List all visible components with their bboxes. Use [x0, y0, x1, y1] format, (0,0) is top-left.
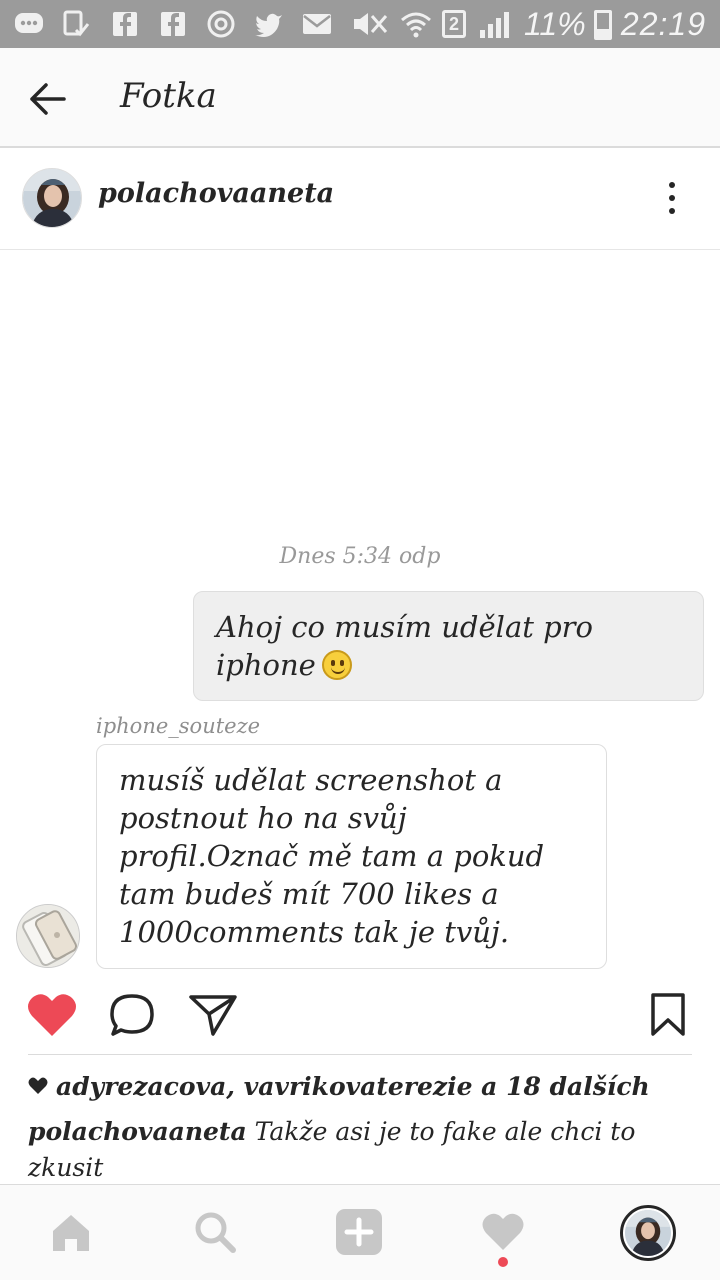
- signal-icon: [480, 12, 510, 38]
- bottom-navigation: [0, 1184, 720, 1280]
- twitter-icon: [254, 10, 284, 38]
- dot-icon: [669, 182, 675, 188]
- wifi-icon: [400, 10, 432, 38]
- like-button[interactable]: [26, 992, 78, 1038]
- heart-small-icon: [28, 1072, 48, 1101]
- nav-profile[interactable]: [620, 1205, 676, 1261]
- heart-icon: [482, 1213, 524, 1250]
- smiley-emoji-icon: [321, 650, 352, 680]
- nav-new-post[interactable]: [334, 1207, 384, 1257]
- nav-home[interactable]: [46, 1207, 96, 1257]
- arrow-left-icon: [30, 83, 66, 115]
- chat-bubble-icon: [14, 10, 44, 38]
- post-photo[interactable]: Dnes 5:34 odp Ahoj co musím udělat pro i…: [0, 250, 720, 980]
- battery-icon: [594, 10, 612, 40]
- send-paper-plane-icon: [189, 995, 237, 1036]
- likes-text: adyrezacova, vavrikovaterezie a 18 další…: [56, 1072, 650, 1101]
- incoming-message-bubble: musíš udělat screenshot a postnout ho na…: [96, 744, 607, 969]
- bookmark-icon: [651, 993, 685, 1036]
- nav-activity[interactable]: [478, 1207, 528, 1257]
- share-button[interactable]: [188, 992, 240, 1038]
- likes-summary[interactable]: adyrezacova, vavrikovaterezie a 18 další…: [28, 1072, 650, 1101]
- mail-icon: [302, 10, 332, 38]
- app-header: Fotka: [0, 48, 720, 148]
- caption-username[interactable]: polachovaaneta: [28, 1117, 247, 1146]
- battery-percent: 11%: [524, 6, 586, 42]
- notification-dot: [498, 1257, 508, 1267]
- dot-icon: [669, 208, 675, 214]
- divider: [28, 1054, 692, 1055]
- save-button[interactable]: [650, 992, 686, 1038]
- sim-icon: 2: [442, 10, 466, 38]
- instagram-icon: [206, 10, 236, 38]
- more-options-button[interactable]: [660, 178, 684, 218]
- nav-search[interactable]: [190, 1207, 240, 1257]
- post-username[interactable]: polachovaaneta: [98, 178, 334, 209]
- post-header: polachovaaneta: [0, 148, 720, 250]
- sim-slot-number: 2: [442, 10, 466, 38]
- clock-time: 22:19: [620, 6, 706, 42]
- home-icon: [53, 1215, 89, 1251]
- dot-icon: [669, 195, 675, 201]
- message-timestamp: Dnes 5:34 odp: [279, 544, 441, 569]
- post-actions: [0, 980, 720, 1054]
- sender-avatar: [16, 904, 80, 968]
- comment-button[interactable]: [108, 992, 160, 1038]
- status-bar: 2 11% 22:19: [0, 0, 720, 48]
- check-screen-icon: [62, 10, 90, 38]
- profile-avatar: [625, 1210, 671, 1256]
- search-icon: [195, 1212, 236, 1253]
- incoming-message-text: musíš udělat screenshot a postnout ho na…: [119, 763, 545, 949]
- heart-filled-icon: [28, 994, 76, 1036]
- message-sender-name: iphone_souteze: [96, 714, 261, 738]
- mute-icon: [350, 10, 390, 38]
- avatar[interactable]: [22, 168, 82, 228]
- facebook-icon: [160, 10, 186, 38]
- comment-icon: [110, 994, 154, 1036]
- post-caption: polachovaaneta Takže asi je to fake ale …: [28, 1114, 692, 1186]
- outgoing-message-bubble: Ahoj co musím udělat pro iphone: [193, 591, 704, 701]
- page-title: Fotka: [120, 76, 217, 116]
- back-button[interactable]: [22, 74, 72, 124]
- facebook-icon: [112, 10, 138, 38]
- outgoing-message-text: Ahoj co musím udělat pro iphone: [216, 610, 593, 682]
- plus-square-icon: [336, 1209, 382, 1255]
